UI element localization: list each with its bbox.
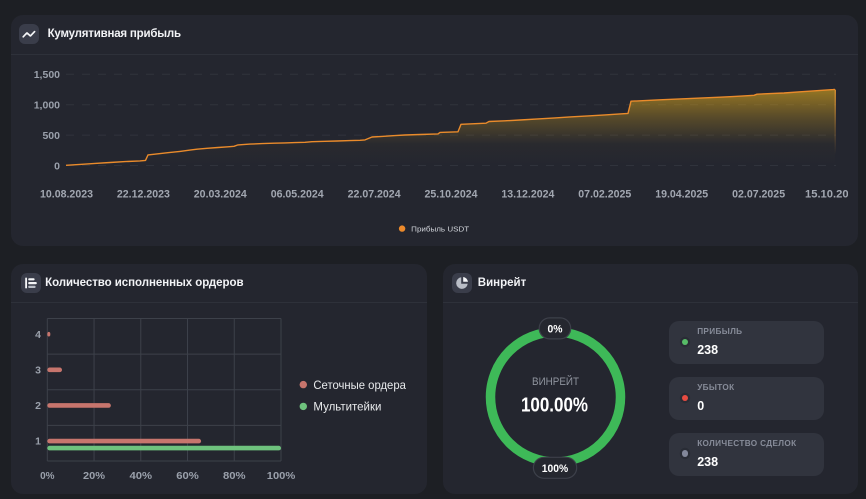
svg-text:100.00%: 100.00% [521,394,588,416]
svg-text:60%: 60% [176,470,199,482]
svg-text:20.03.2024: 20.03.2024 [194,189,248,201]
svg-text:1,500: 1,500 [34,69,60,81]
svg-text:ВИНРЕЙТ: ВИНРЕЙТ [532,374,579,387]
svg-text:1,000: 1,000 [34,100,60,112]
svg-text:Мультитейки: Мультитейки [313,399,381,413]
svg-text:0%: 0% [40,470,55,482]
svg-text:80%: 80% [223,470,246,482]
svg-text:25.10.2024: 25.10.2024 [425,189,479,201]
svg-text:3: 3 [35,364,41,376]
svg-text:06.05.2024: 06.05.2024 [271,189,325,201]
svg-text:100%: 100% [542,463,569,475]
svg-text:0%: 0% [548,323,563,335]
svg-text:1: 1 [35,435,41,447]
svg-text:100%: 100% [267,470,296,482]
svg-text:13.12.2024: 13.12.2024 [501,189,555,201]
svg-text:07.02.2025: 07.02.2025 [578,189,631,201]
svg-text:10.08.2023: 10.08.2023 [40,189,93,201]
svg-text:40%: 40% [129,470,152,482]
svg-text:15.10.2025: 15.10.2025 [805,189,848,201]
svg-text:Прибыль USDT: Прибыль USDT [411,224,469,233]
svg-text:19.04.2025: 19.04.2025 [655,189,708,201]
svg-text:02.07.2025: 02.07.2025 [732,189,785,201]
svg-text:0: 0 [54,160,60,172]
svg-text:20%: 20% [83,470,106,482]
svg-text:2: 2 [35,400,41,412]
svg-text:22.07.2024: 22.07.2024 [348,189,402,201]
svg-text:Сеточные ордера: Сеточные ордера [313,377,406,391]
svg-text:4: 4 [35,328,41,340]
svg-text:22.12.2023: 22.12.2023 [117,189,170,201]
svg-text:500: 500 [42,130,60,142]
